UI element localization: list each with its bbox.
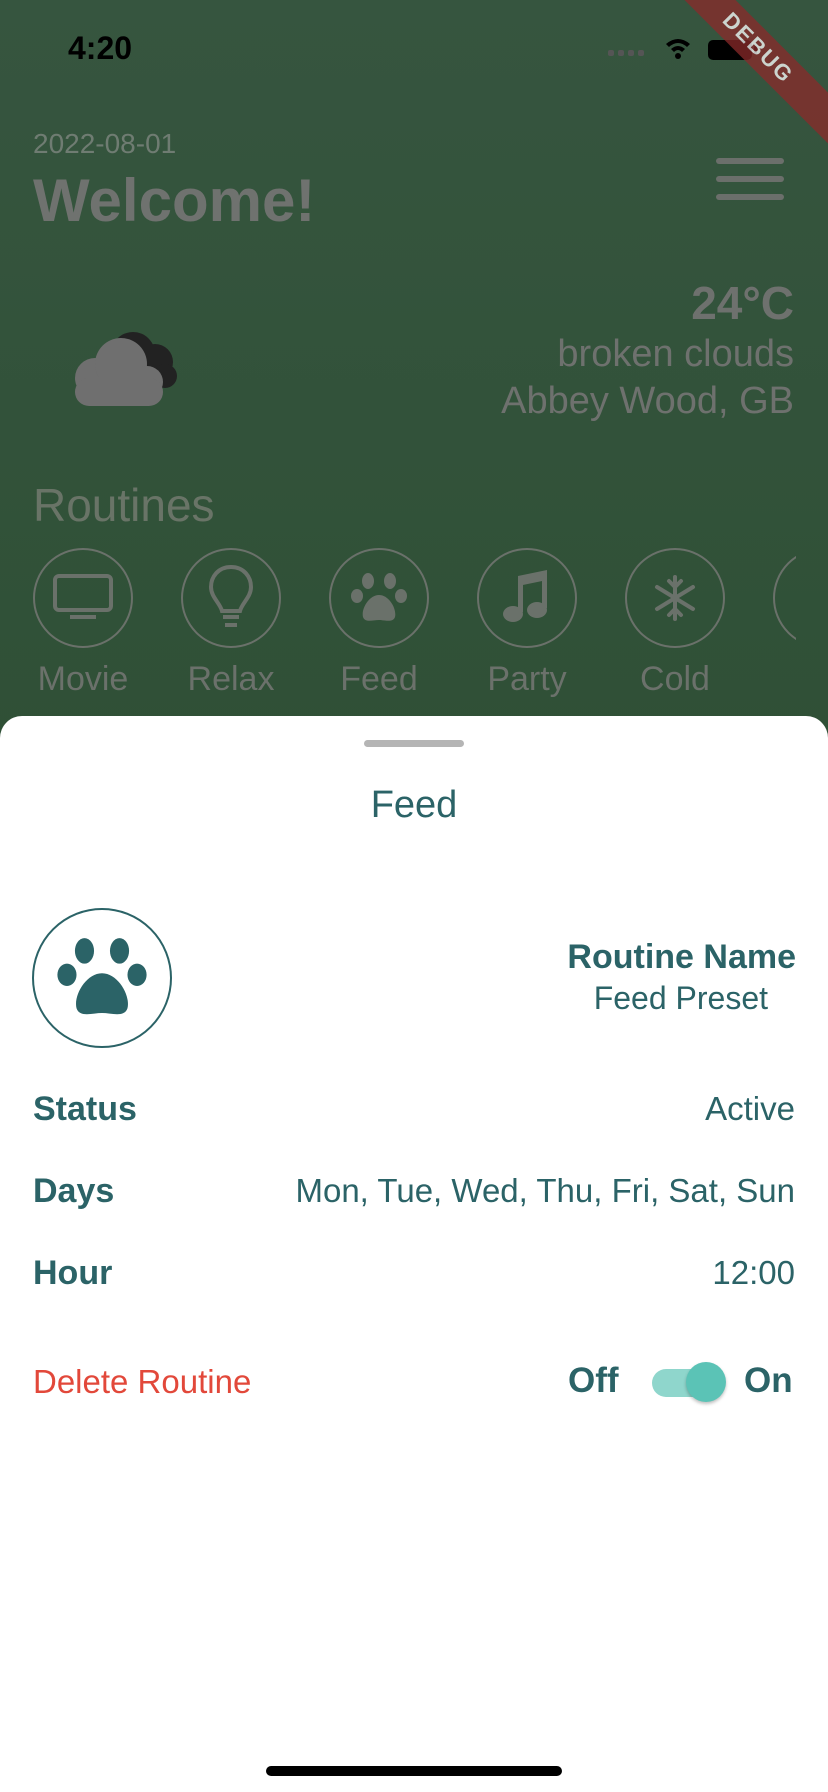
- cloud-icon: [75, 332, 177, 406]
- status-value: Active: [705, 1090, 795, 1127]
- routine-label: Feed: [340, 660, 418, 698]
- routine-feed[interactable]: Feed: [329, 548, 429, 698]
- snowflake-icon: [655, 575, 695, 621]
- music-note-icon: [503, 570, 547, 622]
- routine-label: Movie: [37, 660, 129, 698]
- routine-cold[interactable]: Cold: [625, 548, 725, 698]
- days-label: Days: [33, 1172, 115, 1210]
- menu-icon: [716, 158, 784, 164]
- signal-icon: [608, 50, 644, 56]
- routine-partial[interactable]: A: [773, 548, 796, 698]
- routines-heading: Routines: [33, 479, 215, 531]
- home-indicator: [266, 1766, 562, 1776]
- current-date: 2022-08-01: [33, 128, 177, 159]
- routine-label: Party: [487, 660, 567, 698]
- routine-party[interactable]: Party: [477, 548, 577, 698]
- temperature: 24°C: [691, 277, 794, 329]
- routine-name-label: Routine Name: [567, 938, 796, 976]
- routine-relax[interactable]: Relax: [181, 548, 281, 698]
- sheet-title: Feed: [370, 784, 458, 826]
- delete-routine-button[interactable]: Delete Routine: [33, 1363, 251, 1401]
- routine-name-value: Feed Preset: [593, 980, 768, 1016]
- routine-label: Cold: [640, 660, 710, 698]
- routine-active-toggle[interactable]: [650, 1362, 726, 1402]
- routine-label: A: [773, 660, 796, 698]
- lightbulb-icon: [208, 564, 254, 627]
- wifi-icon: [666, 39, 690, 59]
- paw-icon: [351, 573, 407, 621]
- tv-icon: [53, 574, 113, 619]
- menu-button[interactable]: [716, 158, 784, 206]
- toggle-knob: [686, 1362, 726, 1402]
- toggle-on-label: On: [744, 1361, 793, 1400]
- routines-list: Movie Relax Feed Party Cold: [0, 548, 796, 698]
- hour-label: Hour: [33, 1254, 113, 1292]
- routine-icon: [32, 908, 172, 1048]
- routine-detail-sheet: Feed Routine Name Feed Preset Status Act…: [0, 716, 828, 1792]
- page-title: Welcome!: [33, 167, 316, 234]
- days-value: Mon, Tue, Wed, Thu, Fri, Sat, Sun: [295, 1172, 795, 1209]
- weather-description: broken clouds: [557, 333, 794, 375]
- status-label: Status: [33, 1090, 137, 1128]
- hour-value: 12:00: [712, 1254, 795, 1291]
- routine-movie[interactable]: Movie: [33, 548, 133, 698]
- toggle-off-label: Off: [568, 1361, 619, 1400]
- routine-label: Relax: [187, 660, 275, 698]
- weather-location: Abbey Wood, GB: [501, 380, 794, 422]
- paw-icon: [57, 938, 147, 1015]
- sheet-drag-handle[interactable]: [364, 740, 464, 747]
- status-time: 4:20: [68, 30, 133, 66]
